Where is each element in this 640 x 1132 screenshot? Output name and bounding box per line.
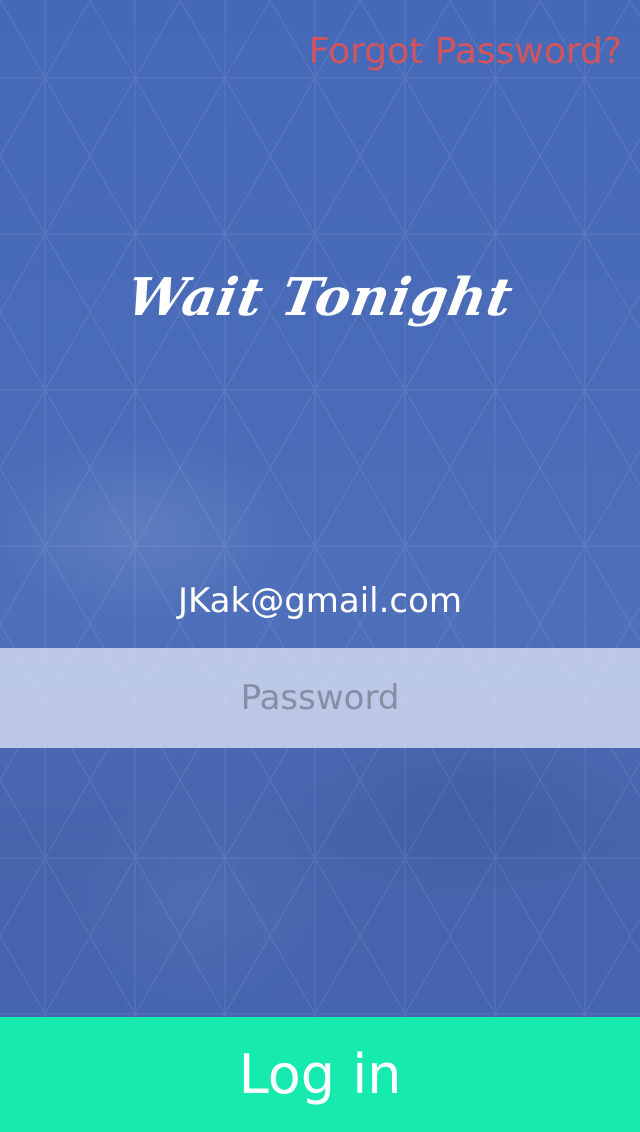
password-field[interactable] [0,648,640,748]
email-field[interactable] [0,574,640,628]
login-button[interactable]: Log in [0,1017,640,1132]
forgot-password-link[interactable]: Forgot Password? [309,30,622,74]
login-screen: Forgot Password? Wait Tonight Log in [0,0,640,1132]
app-logo: Wait Tonight [122,267,518,328]
